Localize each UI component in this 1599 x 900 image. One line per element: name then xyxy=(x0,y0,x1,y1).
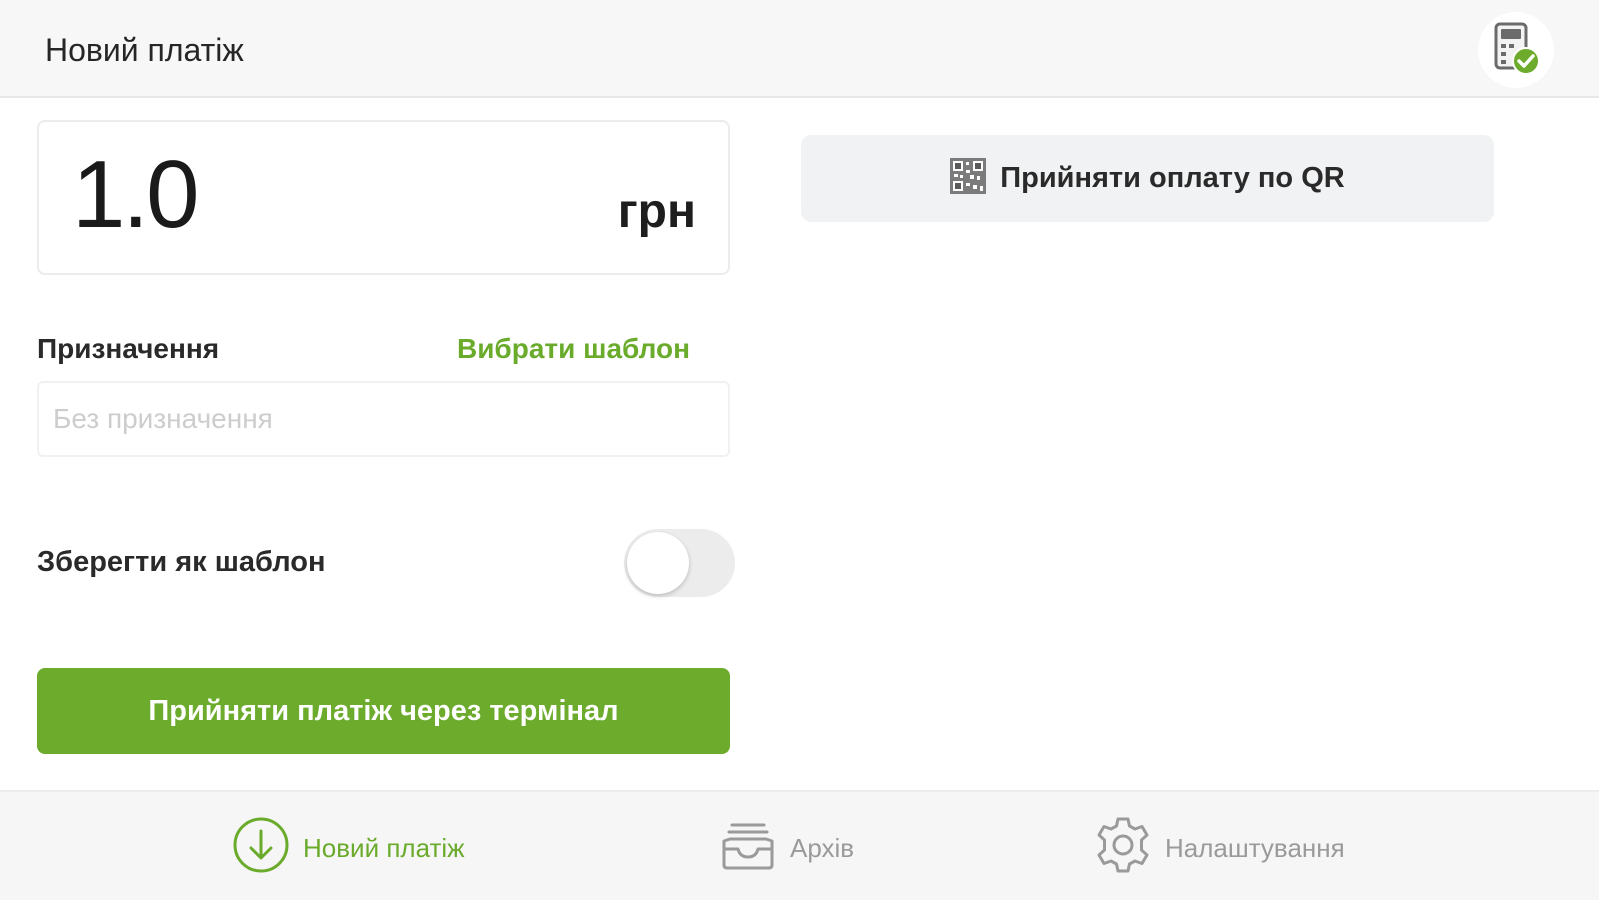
purpose-input[interactable] xyxy=(37,381,730,457)
amount-card[interactable]: 1.0 грн xyxy=(37,120,730,275)
purpose-label: Призначення xyxy=(37,333,220,364)
nav-item-label: Архів xyxy=(790,832,855,863)
archive-tray-icon xyxy=(718,819,778,878)
accept-terminal-payment-button[interactable]: Прийняти платіж через термінал xyxy=(37,668,730,754)
nav-item-label: Новий платіж xyxy=(303,832,465,863)
choose-template-link[interactable]: Вибрати шаблон xyxy=(457,333,690,365)
download-circle-icon xyxy=(231,815,291,882)
header-bar: Новий платіж xyxy=(0,0,1599,98)
currency-label: грн xyxy=(617,185,696,238)
save-template-toggle[interactable] xyxy=(624,529,735,597)
nav-item-new-payment[interactable]: Новий платіж xyxy=(231,816,465,880)
terminal-status-button[interactable] xyxy=(1478,12,1554,88)
qr-payment-label: Прийняти оплату по QR xyxy=(1000,162,1345,194)
terminal-connected-icon xyxy=(1490,20,1542,81)
gear-icon xyxy=(1093,815,1153,882)
app-window: Новий платіж 1.0 грн Прийняти оплату по … xyxy=(0,0,1599,900)
toggle-knob xyxy=(627,532,689,594)
qr-payment-button[interactable]: Прийняти оплату по QR xyxy=(801,135,1494,222)
amount-value: 1.0 xyxy=(72,141,199,248)
nav-item-label: Налаштування xyxy=(1165,832,1345,863)
nav-item-archive[interactable]: Архів xyxy=(718,816,854,880)
bottom-nav: Новий платіж Архів Налаштування xyxy=(0,790,1599,900)
save-template-label: Зберегти як шаблон xyxy=(37,546,326,578)
page-title: Новий платіж xyxy=(45,32,244,68)
nav-item-settings[interactable]: Налаштування xyxy=(1093,816,1345,880)
qr-code-icon xyxy=(950,158,987,199)
